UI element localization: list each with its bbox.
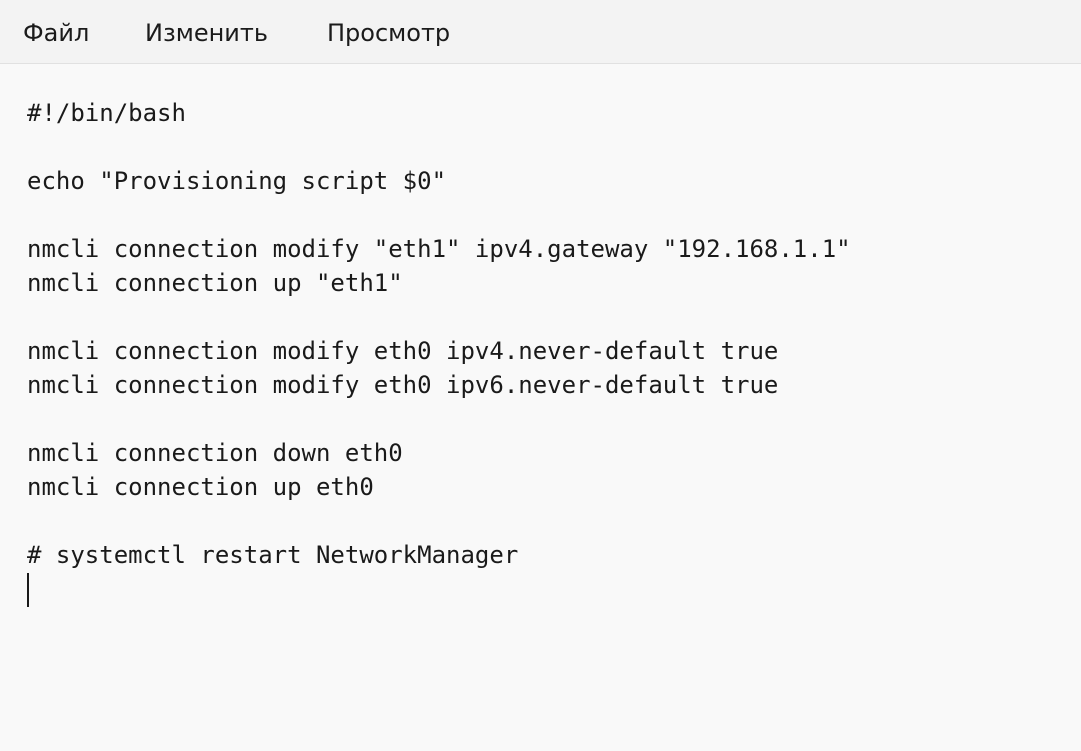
code-line: echo "Provisioning script $0" <box>27 167 447 195</box>
text-editor[interactable]: #!/bin/bash echo "Provisioning script $0… <box>0 65 1081 751</box>
code-line: nmcli connection up "eth1" <box>27 269 403 297</box>
text-caret <box>27 573 29 607</box>
menu-view[interactable]: Просмотр <box>327 16 450 50</box>
code-line: # systemctl restart NetworkManager <box>27 541 519 569</box>
code-line: #!/bin/bash <box>27 99 186 127</box>
menu-file[interactable]: Файл <box>23 16 89 50</box>
code-line: nmcli connection down eth0 <box>27 439 403 467</box>
code-line: nmcli connection up eth0 <box>27 473 374 501</box>
menu-bar: Файл Изменить Просмотр <box>0 0 1081 64</box>
code-line: nmcli connection modify "eth1" ipv4.gate… <box>27 235 851 263</box>
code-line: nmcli connection modify eth0 ipv6.never-… <box>27 371 779 399</box>
code-line: nmcli connection modify eth0 ipv4.never-… <box>27 337 779 365</box>
editor-content[interactable]: #!/bin/bash echo "Provisioning script $0… <box>27 96 851 572</box>
menu-edit[interactable]: Изменить <box>145 16 268 50</box>
